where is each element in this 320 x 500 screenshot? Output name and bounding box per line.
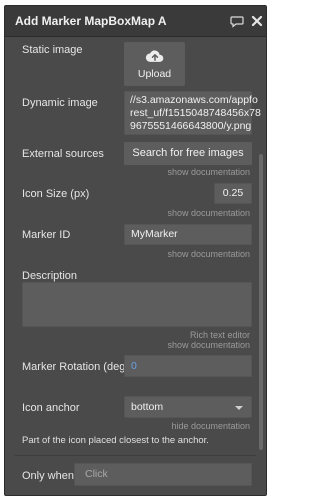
upload-button-label: Upload [137, 68, 172, 80]
hide-documentation-link[interactable]: hide documentation [171, 421, 250, 431]
panel-title: Add Marker MapBoxMap A [15, 14, 167, 28]
icon-size-label: Icon Size (px) [22, 188, 90, 200]
marker-rotation-label: Marker Rotation (deg) [22, 361, 129, 373]
show-documentation-link[interactable]: show documentation [167, 249, 250, 259]
cloud-upload-icon [145, 50, 164, 62]
dynamic-image-line: 9675551466643800/y.png [130, 120, 252, 132]
dynamic-image-line: //s3.amazonaws.com/appfo [130, 94, 258, 106]
divider [15, 455, 256, 456]
show-documentation-link[interactable]: show documentation [167, 167, 250, 177]
external-sources-label: External sources [22, 148, 104, 160]
icon-anchor-label: Icon anchor [22, 402, 80, 414]
icon-size-input[interactable]: 0.25 [214, 183, 252, 204]
icon-anchor-help: Part of the icon placed closest to the a… [22, 435, 209, 446]
icon-anchor-value: bottom [131, 401, 164, 413]
dynamic-image-field[interactable]: //s3.amazonaws.com/appfo rest_uf/f151504… [124, 91, 261, 135]
description-textarea[interactable] [22, 282, 252, 327]
search-free-images-button[interactable]: Search for free images [124, 142, 252, 165]
panel-header: Add Marker MapBoxMap A [5, 6, 266, 37]
upload-button[interactable]: Upload [124, 42, 185, 86]
chevron-down-icon [235, 406, 243, 410]
rich-text-editor-link[interactable]: Rich text editor [190, 330, 250, 340]
dynamic-image-label: Dynamic image [22, 97, 98, 109]
only-when-label: Only when [22, 470, 74, 482]
marker-id-input[interactable]: MyMarker [124, 224, 252, 245]
icon-anchor-select[interactable]: bottom [124, 396, 252, 418]
marker-id-label: Marker ID [22, 229, 71, 241]
dynamic-image-line: rest_uf/f1515048748456x78 [130, 107, 261, 119]
only-when-input[interactable]: Click [74, 463, 252, 486]
close-icon[interactable] [250, 14, 264, 28]
description-label: Description [22, 270, 78, 282]
scrollbar[interactable] [259, 154, 263, 450]
show-documentation-link[interactable]: show documentation [167, 340, 250, 350]
chat-bubble-icon[interactable] [230, 14, 244, 28]
static-image-label: Static image [22, 44, 83, 56]
show-documentation-link[interactable]: show documentation [167, 208, 250, 218]
marker-rotation-input[interactable]: 0 [124, 355, 252, 377]
add-marker-panel: Add Marker MapBoxMap A Static image Uplo… [4, 5, 267, 496]
